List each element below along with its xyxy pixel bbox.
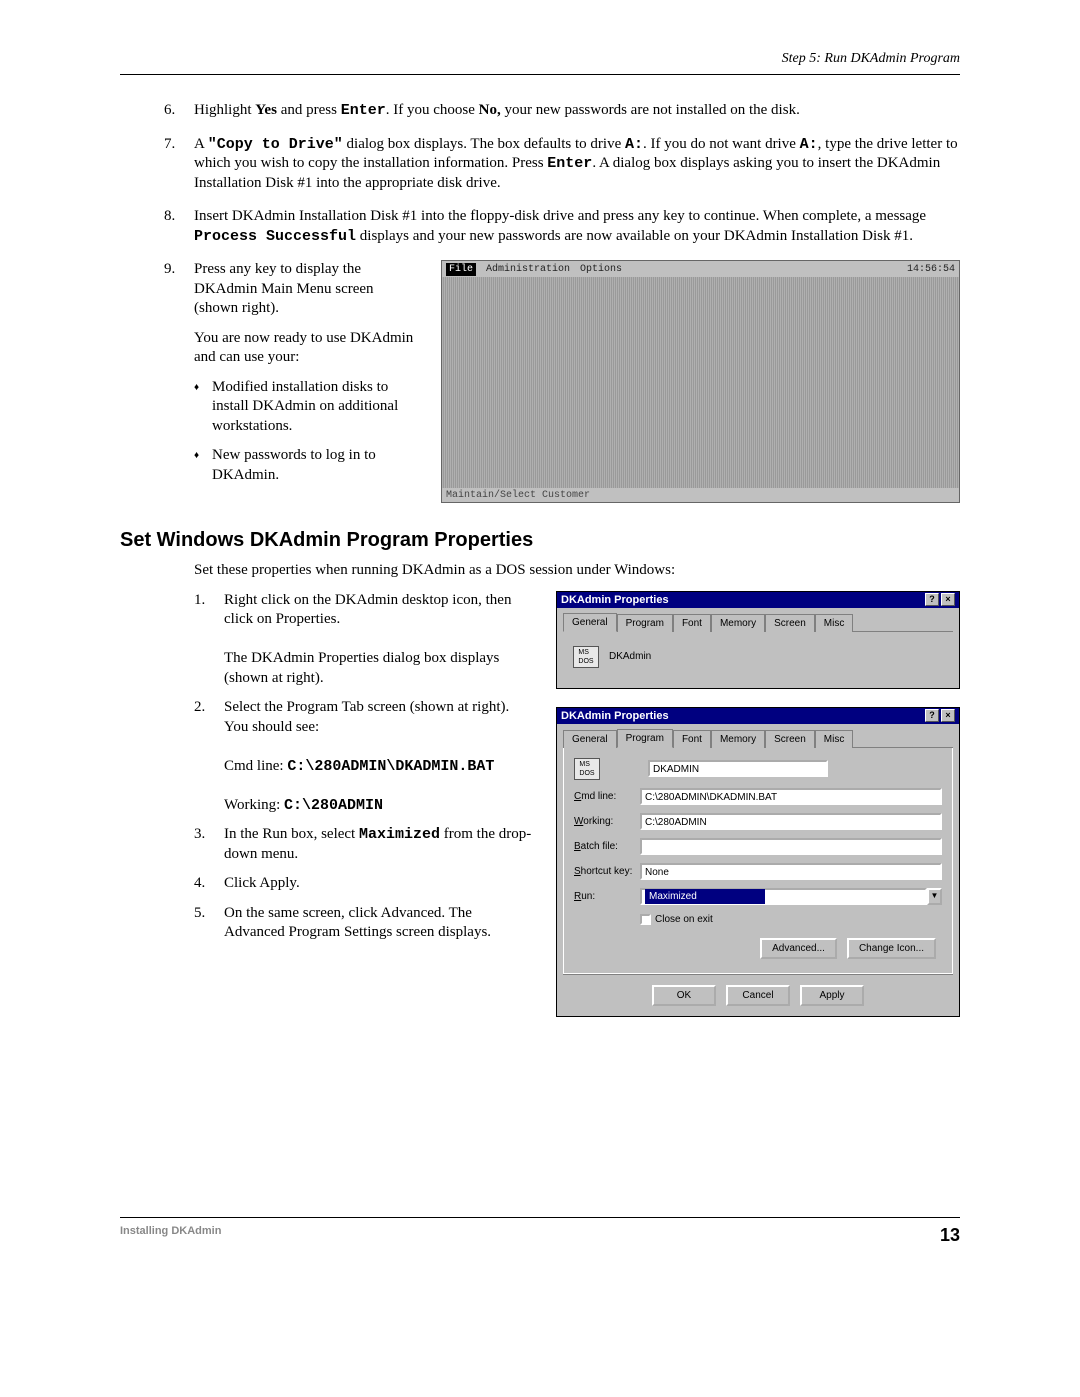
tab-program[interactable]: Program: [617, 729, 673, 748]
close-icon[interactable]: ×: [941, 709, 955, 722]
program-name-input[interactable]: DKADMIN: [648, 760, 828, 777]
shortcut-input[interactable]: None: [640, 863, 942, 880]
page-number: 13: [940, 1224, 960, 1247]
prop-step-1: 1.Right click on the DKAdmin desktop ico…: [224, 591, 534, 689]
prop-step-5: 5.On the same screen, click Advanced. Th…: [224, 904, 534, 943]
dialog1-title: DKAdmin Properties: [561, 593, 669, 607]
dos-menu-options: Options: [580, 263, 622, 276]
page-header: Step 5: Run DKAdmin Program: [120, 50, 960, 75]
prop-step-4: 4.Click Apply.: [224, 874, 534, 894]
cancel-button[interactable]: Cancel: [726, 985, 790, 1006]
dialog1-program-name: DKAdmin: [609, 650, 651, 663]
dos-screenshot: File Administration Options 14:56:54 Mai…: [441, 260, 960, 503]
ok-button[interactable]: OK: [652, 985, 716, 1006]
dialog1-tabs: General Program Font Memory Screen Misc: [563, 614, 953, 632]
section-intro: Set these properties when running DKAdmi…: [120, 561, 960, 581]
step-9: 9. Press any key to display the DKAdmin …: [194, 260, 960, 503]
section-heading: Set Windows DKAdmin Program Properties: [120, 527, 960, 553]
dos-menu-admin: Administration: [486, 263, 570, 276]
close-icon[interactable]: ×: [941, 593, 955, 606]
tab-font[interactable]: Font: [673, 730, 711, 748]
working-label: Working:: [574, 815, 640, 828]
msdos-icon: MSDOS: [574, 758, 600, 780]
step-6: 6.Highlight Yes and press Enter. If you …: [194, 101, 960, 121]
tab-screen[interactable]: Screen: [765, 730, 815, 748]
tab-misc[interactable]: Misc: [815, 730, 854, 748]
tab-program[interactable]: Program: [617, 614, 673, 632]
step-7-text: A "Copy to Drive" dialog box displays. T…: [194, 136, 958, 191]
run-value: Maximized: [645, 889, 765, 904]
dialog2-tabs: General Program Font Memory Screen Misc: [563, 730, 953, 748]
prop-step-3: 3.In the Run box, select Maximized from …: [224, 825, 534, 864]
dialog2-titlebar: DKAdmin Properties ? ×: [557, 708, 959, 724]
help-icon[interactable]: ?: [925, 593, 939, 606]
close-on-exit-label: Close on exit: [655, 913, 713, 926]
step-9-p1: Press any key to display the DKAdmin Mai…: [194, 260, 419, 319]
apply-button[interactable]: Apply: [800, 985, 864, 1006]
tab-memory[interactable]: Memory: [711, 614, 765, 632]
working-input[interactable]: C:\280ADMIN: [640, 813, 942, 830]
step-9-bullet-1: Modified installation disks to install D…: [212, 378, 419, 437]
step-9-bullet-2: New passwords to log in to DKAdmin.: [212, 446, 419, 485]
help-icon[interactable]: ?: [925, 709, 939, 722]
tab-general[interactable]: General: [563, 730, 617, 748]
tab-general[interactable]: General: [563, 613, 617, 632]
page-footer: Installing DKAdmin 13: [120, 1217, 960, 1247]
dropdown-arrow-icon[interactable]: ▼: [927, 888, 942, 905]
dos-status-bar: Maintain/Select Customer: [442, 488, 959, 502]
step-6-text: Highlight Yes and press Enter. If you ch…: [194, 102, 800, 118]
properties-dialog-program: DKAdmin Properties ? × General Program F…: [556, 707, 960, 1017]
cmdline-input[interactable]: C:\280ADMIN\DKADMIN.BAT: [640, 788, 942, 805]
header-step-label: Step 5: Run DKAdmin Program: [120, 50, 960, 68]
properties-steps: 1.Right click on the DKAdmin desktop ico…: [194, 591, 534, 943]
numbered-steps-continued: 6.Highlight Yes and press Enter. If you …: [120, 101, 960, 503]
tab-memory[interactable]: Memory: [711, 730, 765, 748]
dialog2-title: DKAdmin Properties: [561, 709, 669, 723]
tab-font[interactable]: Font: [673, 614, 711, 632]
dialog1-titlebar: DKAdmin Properties ? ×: [557, 592, 959, 608]
prop-step-2: 2.Select the Program Tab screen (shown a…: [224, 698, 534, 815]
advanced-button[interactable]: Advanced...: [760, 938, 837, 959]
close-on-exit-checkbox[interactable]: [640, 914, 651, 925]
tab-misc[interactable]: Misc: [815, 614, 854, 632]
footer-left: Installing DKAdmin: [120, 1224, 221, 1247]
step-7: 7.A "Copy to Drive" dialog box displays.…: [194, 135, 960, 194]
change-icon-button[interactable]: Change Icon...: [847, 938, 936, 959]
step-8-text: Insert DKAdmin Installation Disk #1 into…: [194, 208, 926, 244]
step-8: 8.Insert DKAdmin Installation Disk #1 in…: [194, 207, 960, 246]
dos-menu-file: File: [446, 263, 476, 276]
dos-clock: 14:56:54: [907, 263, 955, 276]
run-label: Run:: [574, 890, 640, 903]
cmdline-label: Cmd line:: [574, 790, 640, 803]
properties-dialog-general: DKAdmin Properties ? × General Program F…: [556, 591, 960, 689]
batch-label: Batch file:: [574, 840, 640, 853]
run-select[interactable]: Maximized: [640, 888, 927, 905]
msdos-icon: MSDOS: [573, 646, 599, 668]
step-9-p2: You are now ready to use DKAdmin and can…: [194, 329, 419, 368]
tab-screen[interactable]: Screen: [765, 614, 815, 632]
shortcut-label: Shortcut key:: [574, 865, 640, 878]
batch-input[interactable]: [640, 838, 942, 855]
